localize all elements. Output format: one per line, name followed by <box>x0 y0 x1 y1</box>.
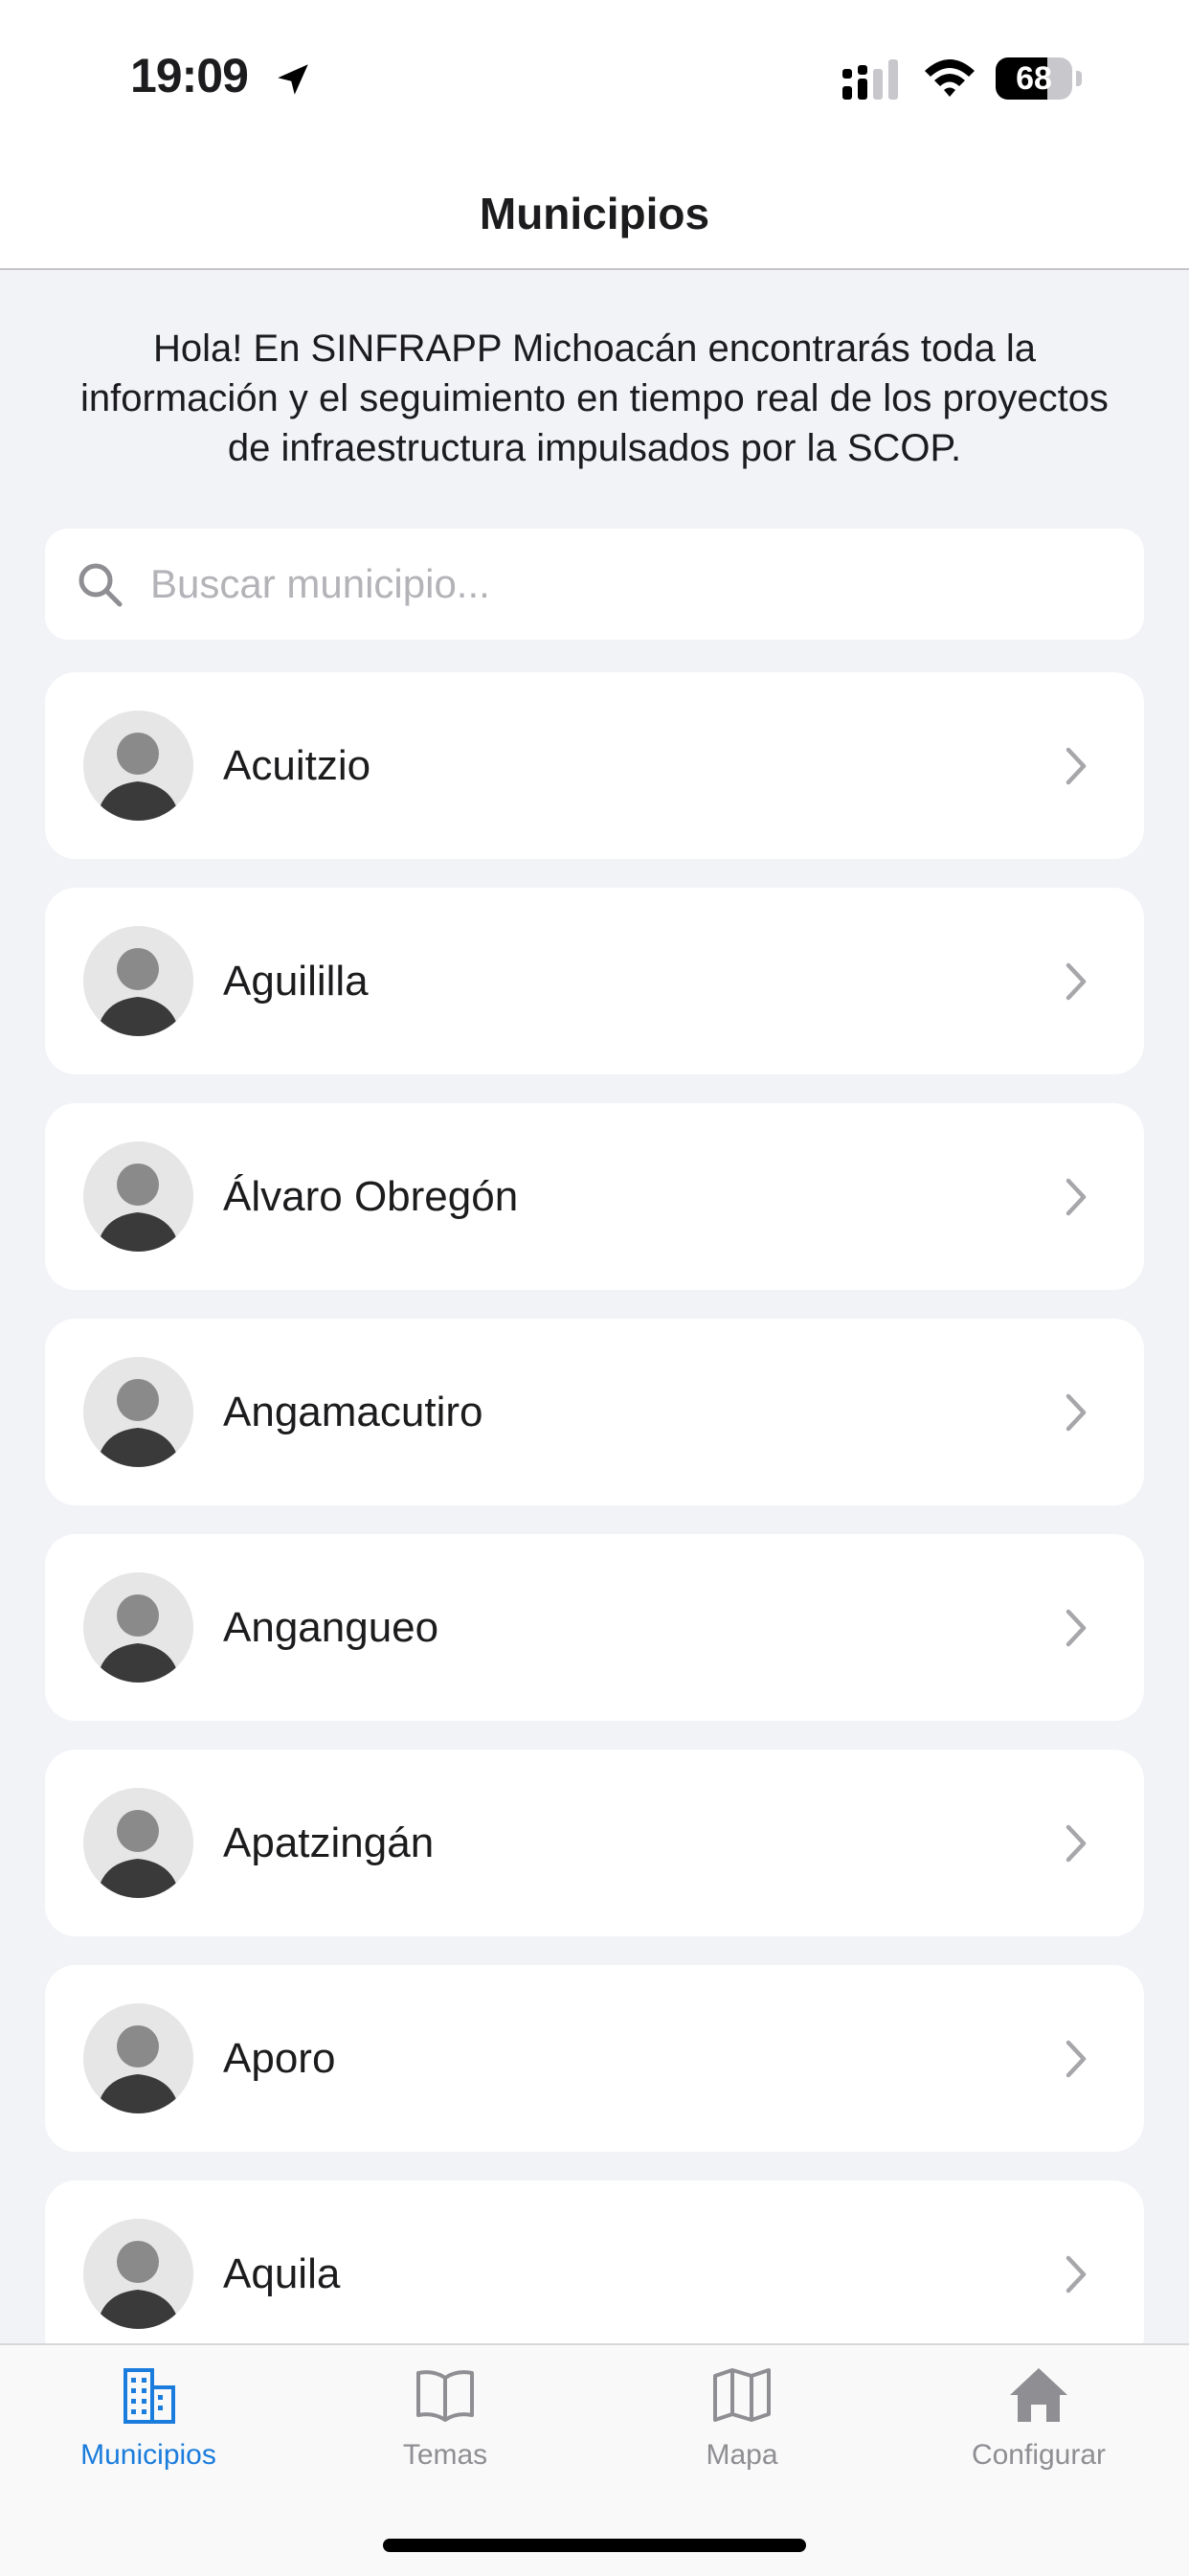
chevron-right-icon <box>1066 1178 1087 1216</box>
page-title: Municipios <box>479 189 710 238</box>
tab-label: Municipios <box>80 2439 216 2471</box>
avatar <box>83 926 193 1036</box>
buildings-icon <box>123 2368 175 2424</box>
municipality-name: Aporo <box>223 2035 336 2082</box>
house-icon <box>1010 2368 1067 2422</box>
municipality-row[interactable]: Apatzingán <box>45 1750 1144 1936</box>
chevron-right-icon <box>1066 1393 1087 1432</box>
chevron-right-icon <box>1066 1824 1087 1863</box>
municipality-name: Angangueo <box>223 1604 439 1651</box>
chevron-right-icon <box>1066 2040 1087 2078</box>
map-icon <box>713 2368 771 2422</box>
search-bar[interactable] <box>45 529 1144 640</box>
home-indicator <box>383 2539 806 2552</box>
avatar <box>83 1788 193 1898</box>
chevron-right-icon <box>1066 747 1087 785</box>
municipality-name: Aguililla <box>223 958 369 1005</box>
municipality-row[interactable]: Aquila <box>45 2181 1144 2343</box>
avatar <box>83 2003 193 2113</box>
avatar <box>83 1357 193 1467</box>
status-time: 19:09 <box>130 49 249 102</box>
tab-configurar[interactable]: Configurar <box>890 2345 1187 2518</box>
municipality-name: Aquila <box>223 2250 341 2297</box>
book-icon <box>416 2370 474 2422</box>
chevron-right-icon <box>1066 1609 1087 1647</box>
cellular-signal-icon <box>842 59 898 100</box>
tab-label: Temas <box>402 2439 488 2471</box>
wifi-icon <box>925 59 975 97</box>
status-bar: 19:09 68 <box>0 0 1189 144</box>
municipality-name: Álvaro Obregón <box>223 1173 519 1220</box>
municipality-row[interactable]: Aporo <box>45 1965 1144 2152</box>
avatar <box>83 2219 193 2329</box>
tab-municipios[interactable]: Municipios <box>0 2345 297 2518</box>
avatar <box>83 1572 193 1683</box>
municipality-row[interactable]: Angangueo <box>45 1534 1144 1721</box>
tab-label: Mapa <box>706 2439 778 2471</box>
avatar <box>83 1141 193 1252</box>
search-input[interactable] <box>150 529 1108 640</box>
intro-text: Hola! En SINFRAPP Michoacán encontrarás … <box>80 328 1109 469</box>
avatar <box>83 711 193 821</box>
search-icon <box>79 563 123 607</box>
municipality-name: Apatzingán <box>223 1819 435 1866</box>
municipality-row[interactable]: Angamacutiro <box>45 1319 1144 1505</box>
navigation-bar: Municipios <box>0 144 1189 270</box>
battery-percent: 68 <box>1016 60 1052 97</box>
municipality-row[interactable]: Álvaro Obregón <box>45 1103 1144 1290</box>
municipality-name: Acuitzio <box>223 742 371 789</box>
municipality-row[interactable]: Acuitzio <box>45 672 1144 859</box>
municipality-name: Angamacutiro <box>223 1389 483 1435</box>
chevron-right-icon <box>1066 2255 1087 2294</box>
municipality-list: Acuitzio Aguililla Álvaro Obregón Angamacut… <box>45 672 1144 2343</box>
municipality-row[interactable]: Aguililla <box>45 888 1144 1074</box>
tab-mapa[interactable]: Mapa <box>594 2345 890 2518</box>
tab-label: Configurar <box>971 2439 1107 2471</box>
battery-indicator: 68 <box>996 57 1082 100</box>
chevron-right-icon <box>1066 962 1087 1001</box>
location-arrow-icon <box>278 64 308 95</box>
tab-temas[interactable]: Temas <box>297 2345 594 2518</box>
